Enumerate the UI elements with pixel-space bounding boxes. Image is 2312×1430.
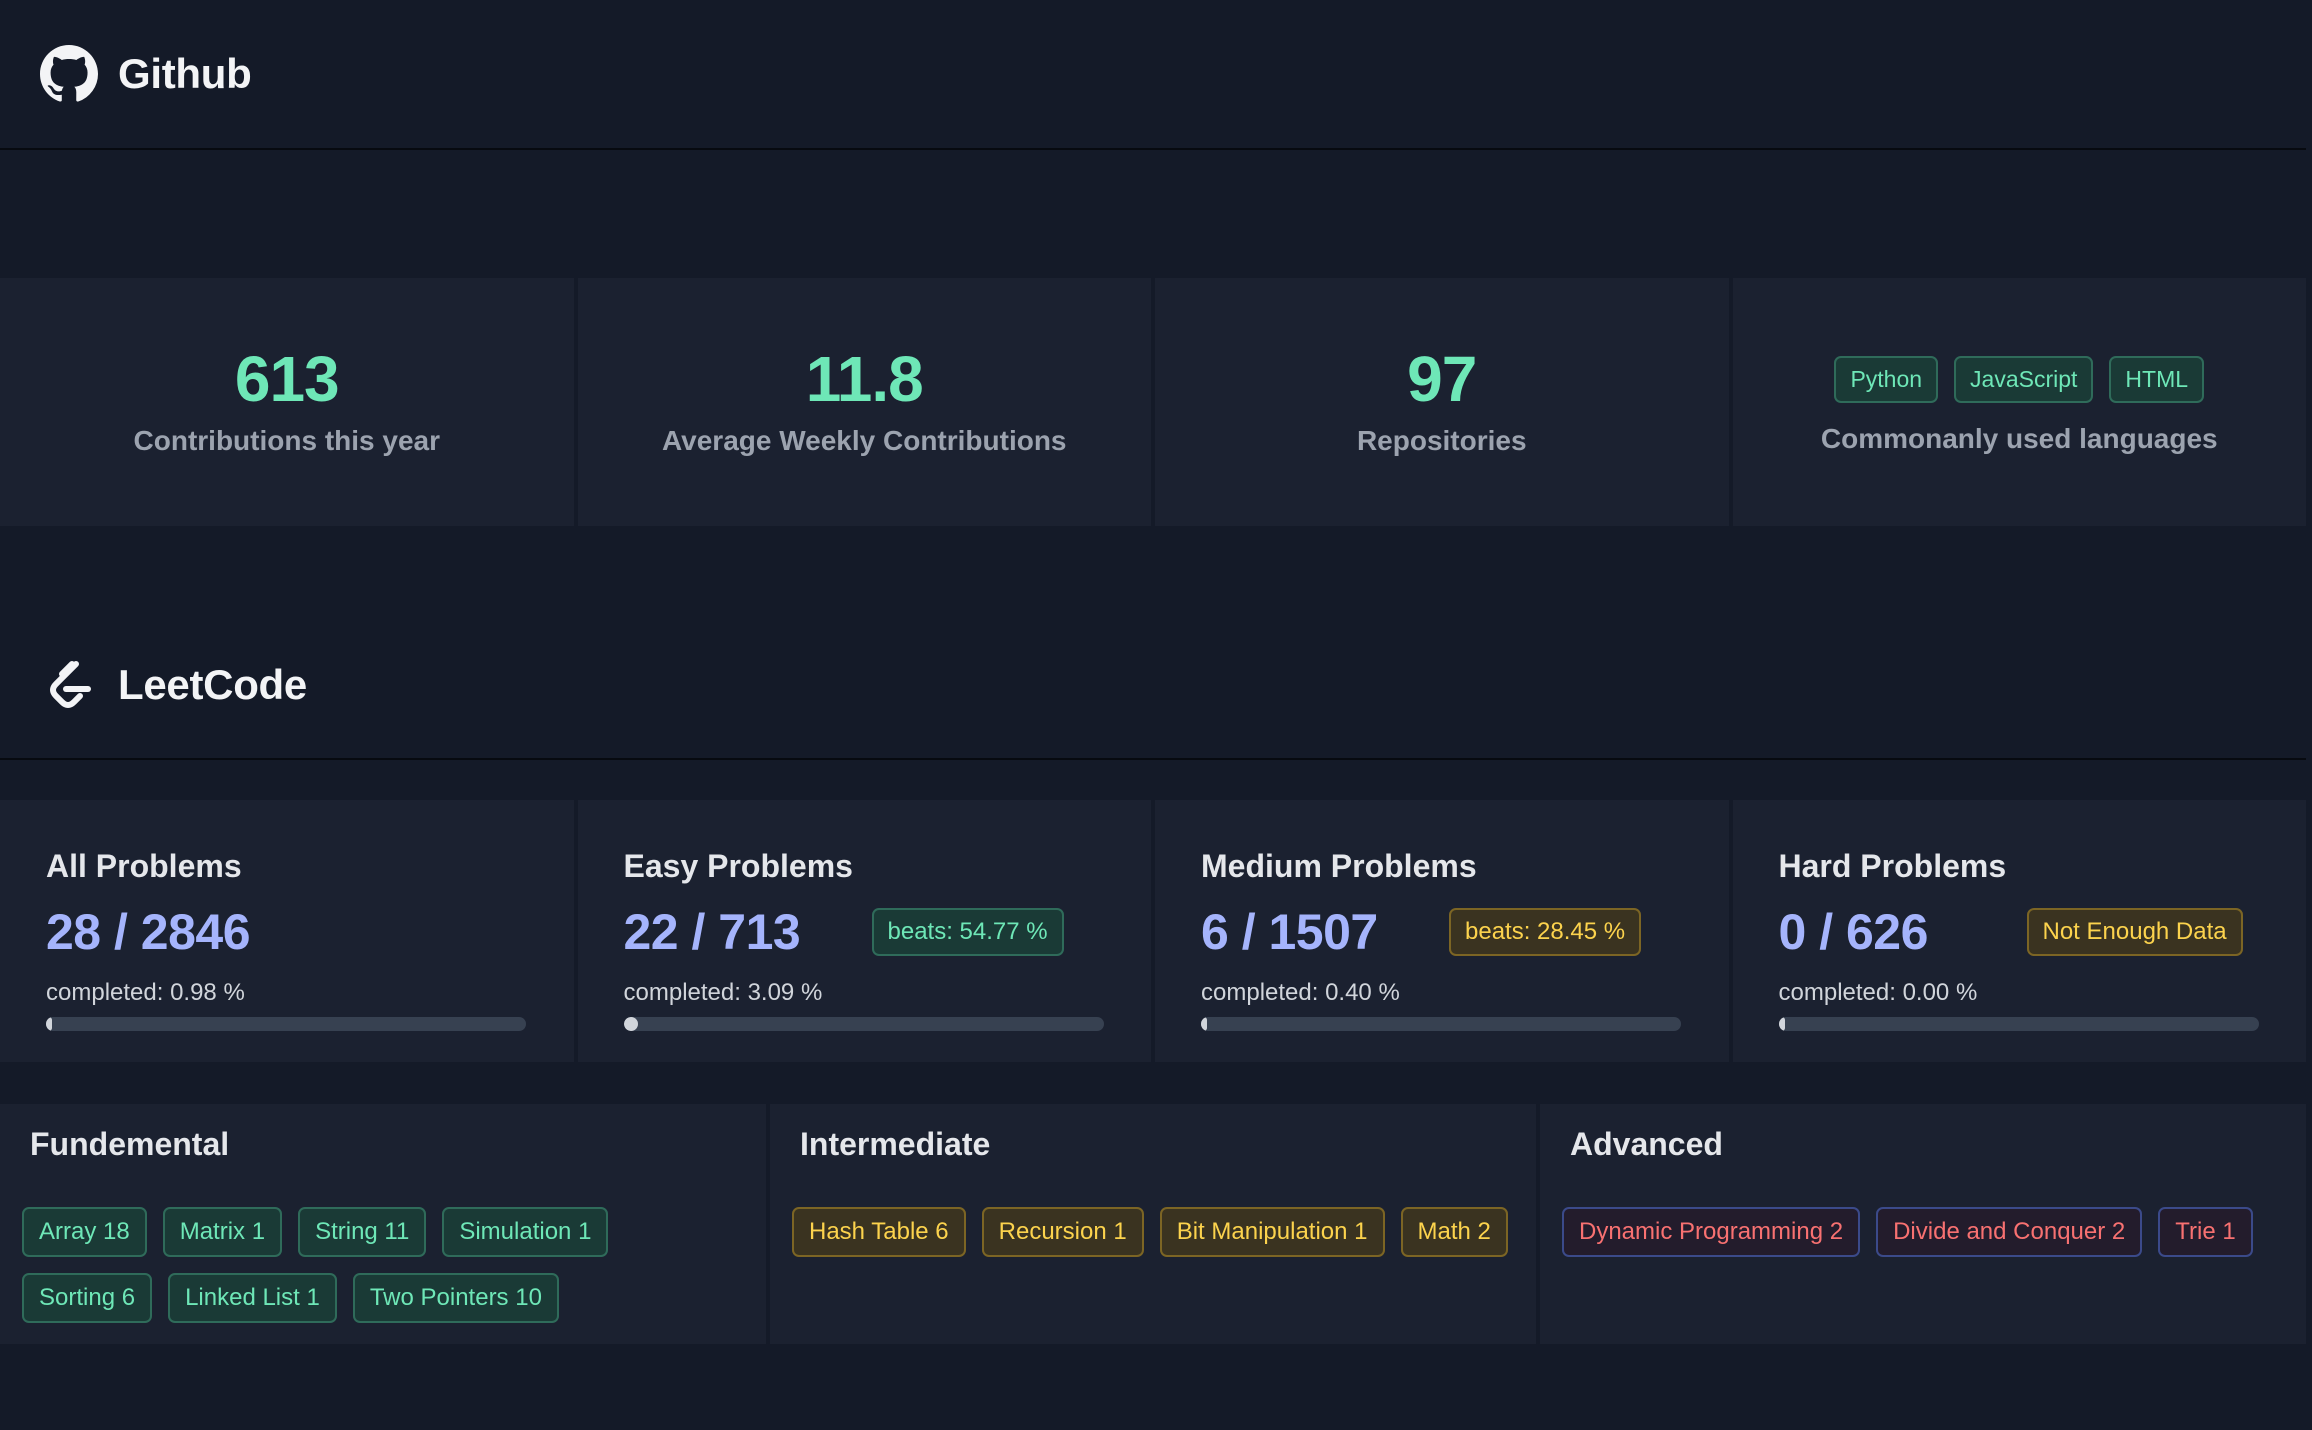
progress-fill bbox=[1201, 1017, 1207, 1031]
language-tag: JavaScript bbox=[1954, 355, 2094, 403]
topic-tags: Hash Table 6 Recursion 1 Bit Manipulatio… bbox=[792, 1207, 1514, 1257]
progress-bar bbox=[1201, 1017, 1681, 1031]
problem-count: 0 / 626 bbox=[1778, 904, 1929, 960]
progress-fill bbox=[46, 1017, 52, 1031]
weekly-contributions-label: Average Weekly Contributions bbox=[661, 425, 1067, 456]
contributions-value: 613 bbox=[234, 343, 340, 415]
progress-bar bbox=[623, 1017, 1104, 1031]
leetcode-header: LeetCode bbox=[0, 612, 2306, 760]
topic-tag: Matrix 1 bbox=[162, 1207, 283, 1257]
github-logo-icon[interactable] bbox=[40, 45, 98, 103]
completed-text: completed: 0.98 % bbox=[46, 979, 245, 1006]
repositories-card: 97 Repositories bbox=[1155, 278, 1729, 526]
problem-count: 28 / 2846 bbox=[46, 904, 251, 960]
languages-label: Commonanly used languages bbox=[1820, 422, 2218, 454]
topic-title: Advanced bbox=[1570, 1126, 1723, 1162]
completed-text: completed: 3.09 % bbox=[623, 979, 823, 1006]
github-stats-row: 613 Contributions this year 11.8 Average… bbox=[0, 278, 2306, 526]
medium-problems-card: Medium Problems 6 / 1507 beats: 28.45 % … bbox=[1155, 800, 1729, 1062]
topic-tag: Divide and Conquer 2 bbox=[1876, 1207, 2143, 1257]
problem-title: Easy Problems bbox=[623, 848, 853, 884]
languages-card: Python JavaScript HTML Commonanly used l… bbox=[1732, 278, 2306, 526]
contributions-card: 613 Contributions this year bbox=[0, 278, 574, 526]
hard-problems-card: Hard Problems 0 / 626 Not Enough Data co… bbox=[1732, 800, 2306, 1062]
topic-tag: Linked List 1 bbox=[168, 1273, 337, 1323]
progress-fill bbox=[1778, 1017, 1785, 1031]
repositories-value: 97 bbox=[1407, 343, 1477, 415]
beats-badge: beats: 28.45 % bbox=[1449, 908, 1642, 956]
leetcode-problems-row: All Problems 28 / 2846 completed: 0.98 %… bbox=[0, 800, 2306, 1062]
problem-title: Medium Problems bbox=[1201, 848, 1477, 884]
language-tags: Python JavaScript HTML bbox=[1834, 355, 2205, 403]
topic-tag: Sorting 6 bbox=[22, 1273, 153, 1323]
problem-title: Hard Problems bbox=[1778, 848, 2007, 884]
not-enough-data-badge: Not Enough Data bbox=[2026, 908, 2243, 956]
weekly-contributions-value: 11.8 bbox=[805, 343, 924, 415]
all-problems-card: All Problems 28 / 2846 completed: 0.98 % bbox=[0, 800, 574, 1062]
problem-title: All Problems bbox=[46, 848, 242, 884]
completed-text: completed: 0.40 % bbox=[1201, 979, 1400, 1006]
progress-bar bbox=[1778, 1017, 2259, 1031]
topic-title: Intermediate bbox=[800, 1126, 991, 1162]
leetcode-title: LeetCode bbox=[118, 661, 307, 708]
topic-title: Fundemental bbox=[30, 1126, 230, 1162]
topic-tag: Hash Table 6 bbox=[792, 1207, 966, 1257]
completed-text: completed: 0.00 % bbox=[1778, 979, 1978, 1006]
advanced-topics-card: Advanced Dynamic Programming 2 Divide an… bbox=[1540, 1104, 2306, 1344]
github-title: Github bbox=[118, 50, 252, 97]
problem-count: 6 / 1507 bbox=[1201, 904, 1378, 960]
language-tag: HTML bbox=[2109, 355, 2205, 403]
intermediate-topics-card: Intermediate Hash Table 6 Recursion 1 Bi… bbox=[770, 1104, 1536, 1344]
progress-fill bbox=[623, 1017, 639, 1031]
topic-tag: Simulation 1 bbox=[442, 1207, 609, 1257]
beats-badge: beats: 54.77 % bbox=[871, 908, 1064, 956]
fundamental-topics-card: Fundemental Array 18 Matrix 1 String 11 … bbox=[0, 1104, 766, 1344]
problem-count: 22 / 713 bbox=[623, 904, 801, 960]
progress-bar bbox=[46, 1017, 526, 1031]
contributions-label: Contributions this year bbox=[133, 425, 440, 456]
topic-tag: Two Pointers 10 bbox=[352, 1273, 559, 1323]
topic-tag: Bit Manipulation 1 bbox=[1159, 1207, 1385, 1257]
topic-tag: Trie 1 bbox=[2158, 1207, 2253, 1257]
easy-problems-card: Easy Problems 22 / 713 beats: 54.77 % co… bbox=[577, 800, 1151, 1062]
topic-tags: Dynamic Programming 2 Divide and Conquer… bbox=[1562, 1207, 2284, 1257]
weekly-contributions-card: 11.8 Average Weekly Contributions bbox=[577, 278, 1151, 526]
repositories-label: Repositories bbox=[1356, 425, 1527, 456]
topic-tag: Dynamic Programming 2 bbox=[1562, 1207, 1861, 1257]
language-tag: Python bbox=[1834, 355, 1939, 403]
topic-tags: Array 18 Matrix 1 String 11 Simulation 1… bbox=[22, 1207, 744, 1323]
topic-tag: Recursion 1 bbox=[981, 1207, 1144, 1257]
github-header: Github bbox=[0, 0, 2306, 150]
leetcode-logo-icon[interactable] bbox=[40, 656, 98, 714]
topic-tag: Array 18 bbox=[22, 1207, 147, 1257]
leetcode-topics-row: Fundemental Array 18 Matrix 1 String 11 … bbox=[0, 1104, 2306, 1344]
topic-tag: Math 2 bbox=[1400, 1207, 1508, 1257]
topic-tag: String 11 bbox=[298, 1207, 427, 1257]
